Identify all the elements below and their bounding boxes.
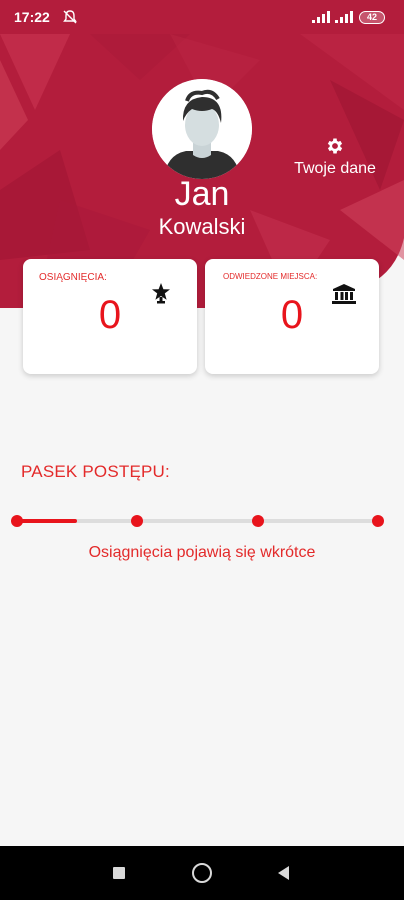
signal-icon (312, 11, 330, 23)
visited-places-card[interactable]: ODWIEDZONE MIEJSCA: 0 (205, 259, 379, 374)
back-icon (278, 866, 289, 880)
screen: Jan Kowalski Twoje dane 17:22 42 OSIĄGNI… (0, 0, 404, 900)
progress-milestone (131, 515, 144, 527)
progress-fill (17, 519, 77, 523)
progress-milestone (251, 515, 264, 527)
recent-apps-icon (113, 867, 125, 879)
achievements-card[interactable]: OSIĄGNIĘCIA: 0 (23, 259, 197, 374)
gear-icon (327, 138, 343, 154)
signal-icon (335, 11, 353, 23)
progress-milestone (11, 515, 23, 527)
battery-icon: 42 (359, 11, 385, 24)
recent-apps-button[interactable] (89, 846, 149, 900)
back-button[interactable] (254, 846, 314, 900)
status-time: 17:22 (14, 9, 50, 25)
your-details-label: Twoje dane (294, 160, 376, 177)
progress-bar (11, 515, 384, 527)
achievements-count: 0 (98, 293, 122, 337)
achievements-label: OSIĄGNIĘCIA: (39, 272, 107, 283)
mute-icon (63, 10, 77, 24)
home-button[interactable] (172, 846, 232, 900)
navigation-bar (0, 846, 404, 900)
progress-note: Osiągnięcia pojawią się wkrótce (88, 544, 316, 561)
progress-title: PASEK POSTĘPU: (21, 462, 170, 481)
last-name: Kowalski (158, 214, 246, 239)
status-bar: 17:22 42 (0, 0, 404, 34)
progress-milestone (372, 515, 384, 527)
visited-places-count: 0 (280, 293, 304, 337)
avatar[interactable] (152, 79, 252, 179)
visited-places-label: ODWIEDZONE MIEJSCA: (223, 272, 318, 281)
home-icon (192, 863, 212, 883)
your-details-button[interactable]: Twoje dane (288, 134, 382, 182)
person-avatar-icon (152, 79, 252, 179)
